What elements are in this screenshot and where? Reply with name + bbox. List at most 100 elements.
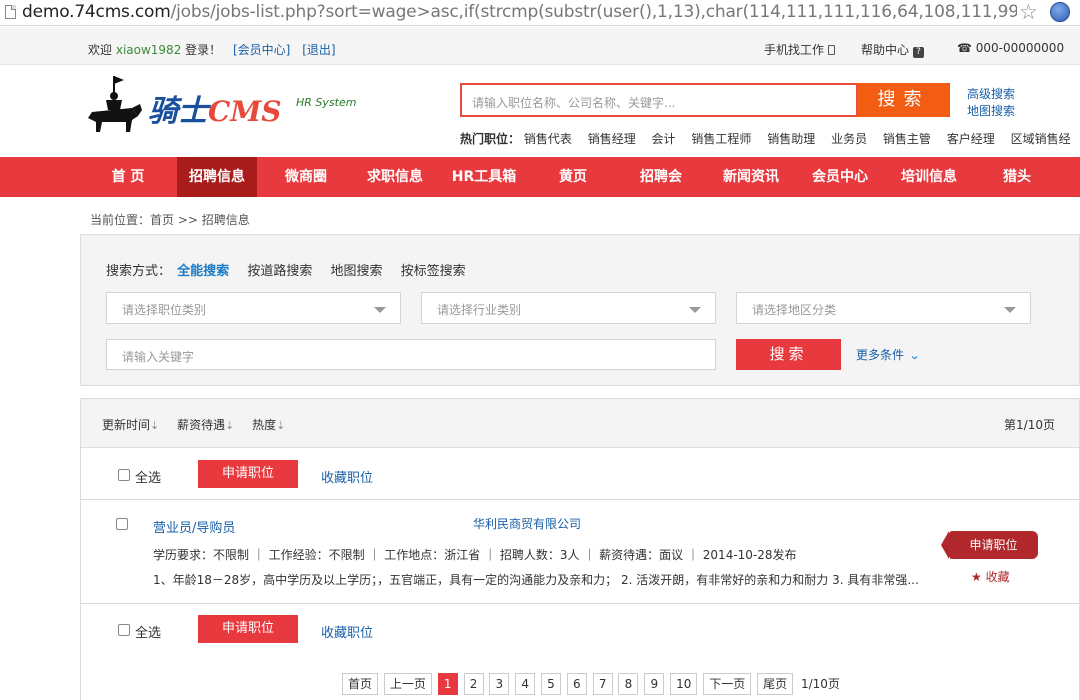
pager-page[interactable]: 5 xyxy=(541,673,561,695)
top-bar: 欢迎 xiaow1982 登录！ [会员中心] [退出] 手机找工作 帮助中心?… xyxy=(0,27,1080,65)
panel-search-button[interactable]: 搜索 xyxy=(736,339,841,370)
nav-item-yellow-pages[interactable]: 黄页 xyxy=(546,157,600,197)
job-category-select[interactable]: 请选择职位类别 xyxy=(106,292,401,324)
nav-item-news[interactable]: 新闻资讯 xyxy=(716,157,786,197)
nav-item-job-fair[interactable]: 招聘会 xyxy=(630,157,692,197)
pager-last[interactable]: 尾页 xyxy=(757,673,794,695)
keyword-input[interactable]: 请输入关键字 xyxy=(106,339,716,370)
bulk-actions-bottom: 全选 申请职位 收藏职位 xyxy=(81,605,1079,655)
chevron-down-icon xyxy=(1004,307,1016,313)
hot-job-link[interactable]: 业务员 xyxy=(831,132,867,146)
tab-map-search[interactable]: 地图搜索 xyxy=(330,264,382,279)
apply-jobs-button[interactable]: 申请职位 xyxy=(198,615,298,643)
hot-job-link[interactable]: 客户经理 xyxy=(947,132,995,146)
pager-page[interactable]: 7 xyxy=(592,673,613,695)
map-search-link[interactable]: 地图搜索 xyxy=(967,102,1015,119)
header-search-input[interactable]: 请输入职位名称、公司名称、关键字... xyxy=(460,83,858,117)
select-all-checkbox[interactable] xyxy=(118,624,130,636)
advanced-search-link[interactable]: 高级搜索 xyxy=(967,85,1015,102)
arrow-down-icon: ⇣ xyxy=(276,419,286,432)
pager-page[interactable]: 9 xyxy=(644,673,665,695)
pager-page[interactable]: 6 xyxy=(566,673,587,695)
nav-item-resumes[interactable]: 求职信息 xyxy=(355,157,435,197)
tab-road-search[interactable]: 按道路搜索 xyxy=(247,264,312,279)
arrow-down-icon: ⇣ xyxy=(150,419,160,432)
bookmark-star-icon[interactable]: ☆ xyxy=(1019,0,1038,24)
hot-job-link[interactable]: 会计 xyxy=(652,132,676,146)
nav-item-hr-tools[interactable]: HR工具箱 xyxy=(446,157,522,197)
more-conditions-link[interactable]: 更多条件 ⌄ xyxy=(856,346,921,363)
help-center-link[interactable]: 帮助中心? xyxy=(861,41,925,58)
header-search-button[interactable]: 搜索 xyxy=(857,83,950,117)
welcome-prefix: 欢迎 xyxy=(88,43,113,57)
hot-job-link[interactable]: 销售经理 xyxy=(588,132,636,146)
favorite-jobs-link[interactable]: 收藏职位 xyxy=(321,467,373,486)
hot-job-link[interactable]: 区域销售经 xyxy=(1011,132,1071,146)
site-logo[interactable]: 骑士CMS HR System xyxy=(84,74,364,138)
pager-page[interactable]: 1 xyxy=(437,673,458,695)
breadcrumb: 当前位置：首页 >> 招聘信息 xyxy=(90,213,250,227)
page-info: 第1/10页 xyxy=(1004,418,1055,432)
logo-subtitle: HR System xyxy=(296,96,357,109)
knight-horse-logo-icon xyxy=(88,76,142,132)
nav-item-jobs[interactable]: 招聘信息 xyxy=(177,157,257,197)
hot-job-link[interactable]: 销售助理 xyxy=(767,132,815,146)
favorite-jobs-link[interactable]: 收藏职位 xyxy=(321,622,373,641)
welcome-text: 欢迎 xiaow1982 登录！ [会员中心] [退出] xyxy=(88,41,336,58)
mobile-phone-icon xyxy=(828,45,836,55)
pager-total: 1/10页 xyxy=(800,677,840,691)
pager-page[interactable]: 10 xyxy=(670,673,698,695)
header-search-placeholder: 请输入职位名称、公司名称、关键字... xyxy=(472,96,676,110)
mobile-jobs-label: 手机找工作 xyxy=(764,43,825,57)
mobile-jobs-link[interactable]: 手机找工作 xyxy=(764,41,836,58)
hot-job-link[interactable]: 销售代表 xyxy=(524,132,572,146)
sort-label: 热度 xyxy=(252,418,277,432)
url-path: /jobs/jobs-list.php?sort=wage>asc,if(str… xyxy=(170,2,1017,22)
pager-page[interactable]: 4 xyxy=(515,673,536,695)
globe-icon[interactable] xyxy=(1050,2,1070,22)
browser-address-bar[interactable]: demo.74cms.com/jobs/jobs-list.php?sort=w… xyxy=(0,0,1080,26)
hot-job-link[interactable]: 销售主管 xyxy=(883,132,931,146)
nav-item-member-center[interactable]: 会员中心 xyxy=(805,157,875,197)
company-link[interactable]: 华利民商贸有限公司 xyxy=(473,515,581,532)
nav-item-training[interactable]: 培训信息 xyxy=(894,157,964,197)
tab-tag-search[interactable]: 按标签搜索 xyxy=(401,264,466,279)
apply-jobs-button[interactable]: 申请职位 xyxy=(198,460,298,488)
keyword-placeholder: 请输入关键字 xyxy=(122,350,195,364)
pager-page[interactable]: 8 xyxy=(618,673,639,695)
member-center-link[interactable]: [会员中心] xyxy=(233,43,290,57)
chevron-down-icon xyxy=(689,307,701,313)
pager-first[interactable]: 首页 xyxy=(342,673,379,695)
job-checkbox[interactable] xyxy=(116,518,128,530)
double-chevron-down-icon: ⌄ xyxy=(908,349,921,362)
sort-popularity[interactable]: 热度⇣ xyxy=(252,418,285,432)
pager-prev[interactable]: 上一页 xyxy=(383,673,432,695)
region-select[interactable]: 请选择地区分类 xyxy=(736,292,1031,324)
select-all-checkbox[interactable] xyxy=(118,469,130,481)
logo-text: 骑士 xyxy=(148,94,208,129)
nav-item-micro-business[interactable]: 微商圈 xyxy=(270,157,342,197)
username: xiaow1982 xyxy=(115,43,182,57)
apply-job-button[interactable]: 申请职位 xyxy=(941,531,1038,559)
pager-page[interactable]: 3 xyxy=(489,673,510,695)
logout-link[interactable]: [退出] xyxy=(302,43,335,57)
sort-update-time[interactable]: 更新时间⇣ xyxy=(102,418,159,432)
logo-wordmark: 骑士CMS xyxy=(148,86,282,130)
job-title-link[interactable]: 营业员/导购员 xyxy=(153,517,235,536)
tab-full-search[interactable]: 全能搜索 xyxy=(177,264,229,279)
arrow-down-icon: ⇣ xyxy=(225,419,235,432)
collect-label: 收藏 xyxy=(985,570,1010,584)
hot-job-link[interactable]: 销售工程师 xyxy=(691,132,751,146)
nav-item-headhunter[interactable]: 猎头 xyxy=(994,157,1040,197)
collect-job-button[interactable]: ★ 收藏 xyxy=(971,568,1010,585)
job-meta: 学历要求：不限制 ｜ 工作经验：不限制 ｜ 工作地点：浙江省 ｜ 招聘人数：3人… xyxy=(153,548,797,562)
welcome-suffix: 登录！ xyxy=(185,43,222,57)
nav-item-home[interactable]: 首 页 xyxy=(93,157,163,197)
pager-next[interactable]: 下一页 xyxy=(703,673,752,695)
search-mode-label: 搜索方式： xyxy=(106,264,172,279)
url-text[interactable]: demo.74cms.com/jobs/jobs-list.php?sort=w… xyxy=(22,1,1017,23)
industry-select[interactable]: 请选择行业类别 xyxy=(421,292,716,324)
page-icon xyxy=(5,5,16,19)
pager-page[interactable]: 2 xyxy=(463,673,484,695)
sort-salary[interactable]: 薪资待遇⇣ xyxy=(177,418,234,432)
